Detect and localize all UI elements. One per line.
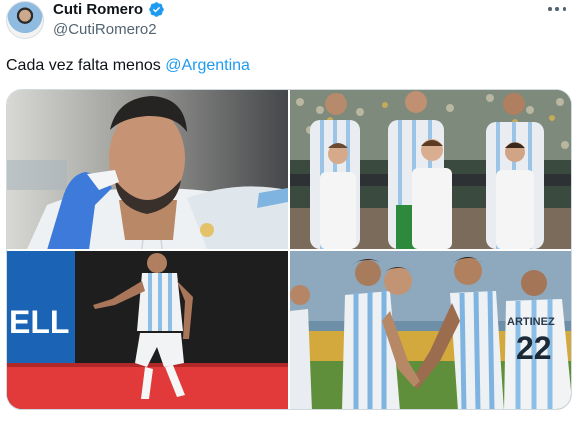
- tweet-text-body: Cada vez falta menos: [6, 57, 166, 74]
- photo-lineup-image: [290, 90, 571, 249]
- mention-link[interactable]: @Argentina: [165, 57, 250, 74]
- banner-text: ELL: [9, 304, 69, 340]
- jersey-number-text: 22: [516, 330, 552, 366]
- photo-player-running-image: ELL: [7, 251, 288, 409]
- media-grid: ELL ARTINEZ 22: [6, 89, 572, 410]
- author-handle[interactable]: @CutiRomero2: [53, 21, 157, 38]
- tweet-text: Cada vez falta menos @Argentina: [6, 57, 250, 75]
- author-display-name[interactable]: Cuti Romero: [53, 1, 143, 18]
- verified-badge-icon: [149, 2, 164, 17]
- photo-celebrating-image: ARTINEZ 22: [290, 251, 571, 409]
- author-avatar[interactable]: [6, 1, 44, 39]
- photo-players-celebrating[interactable]: ARTINEZ 22: [290, 251, 571, 409]
- photo-player-running[interactable]: ELL: [7, 251, 288, 409]
- more-options-icon[interactable]: [546, 0, 568, 18]
- author-name-row: Cuti Romero: [53, 1, 165, 18]
- jersey-name-text: ARTINEZ: [507, 316, 555, 328]
- tweet-card[interactable]: Cuti Romero @CutiRomero2 Cada vez falta …: [0, 0, 578, 424]
- photo-player-closeup-image: [7, 90, 288, 249]
- photo-player-closeup[interactable]: [7, 90, 288, 249]
- photo-lineup-with-kids[interactable]: [290, 90, 571, 249]
